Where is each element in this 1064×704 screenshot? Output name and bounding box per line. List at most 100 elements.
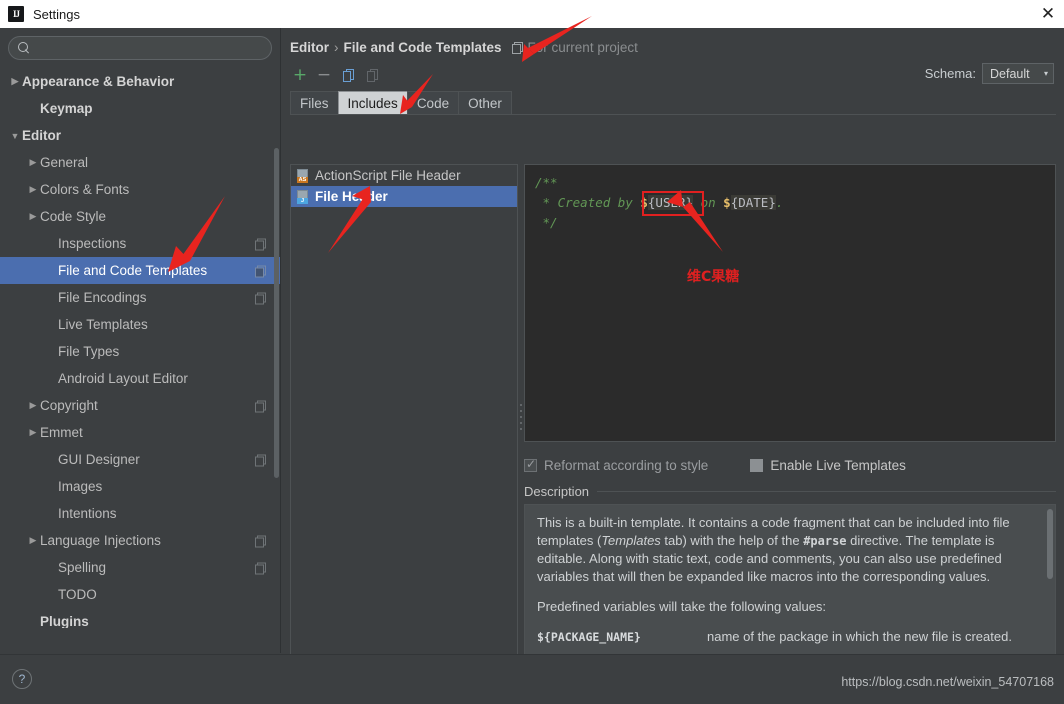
chevron-right-icon[interactable]: ▶ (26, 427, 40, 438)
sidebar-item-language-injections[interactable]: ▶ Language Injections (0, 527, 280, 554)
sidebar-item-code-style[interactable]: ▶ Code Style (0, 203, 280, 230)
chevron-down-icon: ▾ (1043, 69, 1048, 78)
sidebar-item-gui-designer[interactable]: GUI Designer (0, 446, 280, 473)
schema-control: Schema: Default ▾ (925, 63, 1054, 84)
sidebar-item-label: Inspections (58, 236, 127, 251)
search-icon (18, 42, 30, 54)
sidebar-item-label: Keymap (40, 101, 93, 116)
description-scrollbar[interactable] (1047, 509, 1053, 579)
help-button[interactable]: ? (12, 669, 32, 689)
sidebar-item-keymap[interactable]: Keymap (0, 95, 280, 122)
sidebar-item-label: File Encodings (58, 290, 147, 305)
template-file-icon: AS (296, 168, 309, 183)
sidebar-item-file-encodings[interactable]: File Encodings (0, 284, 280, 311)
code-line-3: */ (535, 215, 558, 230)
close-icon[interactable]: ✕ (1038, 4, 1058, 24)
tab-other[interactable]: Other (458, 91, 512, 114)
callout-text: 维C果糖 (687, 269, 740, 285)
watermark-url: https://blog.csdn.net/weixin_54707168 (841, 675, 1054, 689)
add-template-button[interactable]: + (288, 64, 312, 86)
project-scope-icon (255, 265, 266, 277)
schema-dropdown[interactable]: Default ▾ (982, 63, 1054, 84)
sidebar-item-file-types[interactable]: File Types (0, 338, 280, 365)
variable-description: name of the package in which the new fil… (707, 629, 1012, 644)
copy-template-button[interactable] (336, 64, 360, 86)
sidebar-item-label: File and Code Templates (58, 263, 208, 278)
project-scope-icon (255, 535, 266, 547)
scope-note: For current project (527, 40, 638, 55)
chevron-right-icon[interactable]: ▶ (8, 76, 22, 87)
breadcrumb-root[interactable]: Editor (290, 40, 329, 55)
desc-p1-mono: #parse (803, 534, 847, 548)
list-item[interactable]: AS ActionScript File Header (291, 165, 517, 186)
sidebar-item-label: Appearance & Behavior (22, 74, 175, 89)
list-item[interactable]: J File Header (291, 186, 517, 207)
search-field[interactable] (8, 36, 272, 60)
sidebar-item-intentions[interactable]: Intentions (0, 500, 280, 527)
sidebar-item-emmet[interactable]: ▶ Emmet (0, 419, 280, 446)
sidebar-item-live-templates[interactable]: Live Templates (0, 311, 280, 338)
template-code-editor[interactable]: /** * Created by ${USER} on ${DATE}. */ (524, 164, 1056, 442)
breadcrumb-separator: › (334, 40, 339, 55)
sidebar-item-android-layout-editor[interactable]: Android Layout Editor (0, 365, 280, 392)
project-scope-icon (255, 562, 266, 574)
description-rule (597, 491, 1056, 492)
minus-icon: − (316, 64, 332, 85)
template-list: AS ActionScript File Header J File Header (290, 164, 518, 677)
dialog-footer: ? https://blog.csdn.net/weixin_54707168 (0, 654, 1064, 704)
code-comment-suffix: . (775, 195, 784, 210)
tab-files[interactable]: Files (290, 91, 339, 114)
sidebar-item-colors-fonts[interactable]: ▶ Colors & Fonts (0, 176, 280, 203)
breadcrumb: Editor › File and Code Templates For cur… (282, 28, 1064, 55)
user-variable-highlight-box (642, 191, 704, 216)
sidebar-item-inspections[interactable]: Inspections (0, 230, 280, 257)
tab-code[interactable]: Code (406, 91, 460, 114)
sidebar-item-label: File Types (58, 344, 120, 359)
sidebar-item-label: Code Style (40, 209, 107, 224)
sidebar-item-label: Emmet (40, 425, 83, 440)
sidebar-item-label: General (40, 155, 89, 170)
project-scope-icon (255, 454, 266, 466)
sidebar-item-spelling[interactable]: Spelling (0, 554, 280, 581)
sidebar-item-plugins[interactable]: Plugins (0, 608, 280, 628)
chevron-down-icon[interactable]: ▼ (8, 131, 22, 141)
reformat-checkbox[interactable] (524, 457, 537, 472)
plus-icon: + (292, 64, 308, 85)
live-templates-checkbox[interactable] (750, 458, 764, 472)
search-input[interactable] (36, 41, 262, 55)
sidebar-item-label: Copyright (40, 398, 98, 413)
tab-includes[interactable]: Includes (337, 91, 408, 114)
window-title: Settings (33, 6, 80, 22)
chevron-right-icon[interactable]: ▶ (26, 400, 40, 411)
code-comment-prefix: * Created by (535, 195, 641, 210)
project-scope-icon (255, 400, 266, 412)
sidebar-item-label: Language Injections (40, 533, 161, 548)
sidebar-item-label: TODO (58, 587, 97, 602)
sidebar-item-general[interactable]: ▶ General (0, 149, 280, 176)
sidebar-item-label: Plugins (40, 614, 89, 628)
description-header: Description (524, 484, 1056, 499)
description-paragraph-2: Predefined variables will take the follo… (537, 599, 827, 614)
sidebar-item-images[interactable]: Images (0, 473, 280, 500)
list-item-label: ActionScript File Header (315, 168, 461, 183)
project-scope-icon (511, 42, 523, 54)
chevron-right-icon[interactable]: ▶ (26, 184, 40, 195)
chevron-right-icon[interactable]: ▶ (26, 157, 40, 168)
description-box: This is a built-in template. It contains… (524, 504, 1056, 677)
variable-name: ${PACKAGE_NAME} (537, 630, 641, 644)
chevron-right-icon[interactable]: ▶ (26, 535, 40, 546)
code-dollar-date: $ (723, 195, 731, 210)
sidebar-item-file-and-code-templates[interactable]: File and Code Templates (0, 257, 280, 284)
templates-panes: AS ActionScript File Header J File Header /… (290, 164, 1056, 677)
sidebar-item-editor[interactable]: ▼ Editor (0, 122, 280, 149)
tabs-underline (290, 114, 1056, 115)
chevron-right-icon[interactable]: ▶ (26, 211, 40, 222)
template-file-icon-label: AS (297, 176, 308, 183)
sidebar-item-todo[interactable]: TODO (0, 581, 280, 608)
sidebar-item-label: Live Templates (58, 317, 148, 332)
remove-template-button[interactable]: − (312, 64, 336, 86)
sidebar-item-copyright[interactable]: ▶ Copyright (0, 392, 280, 419)
sidebar-scrollbar[interactable] (274, 148, 279, 478)
sidebar-item-appearance-behavior[interactable]: ▶ Appearance & Behavior (0, 68, 280, 95)
sidebar-item-label: GUI Designer (58, 452, 140, 467)
